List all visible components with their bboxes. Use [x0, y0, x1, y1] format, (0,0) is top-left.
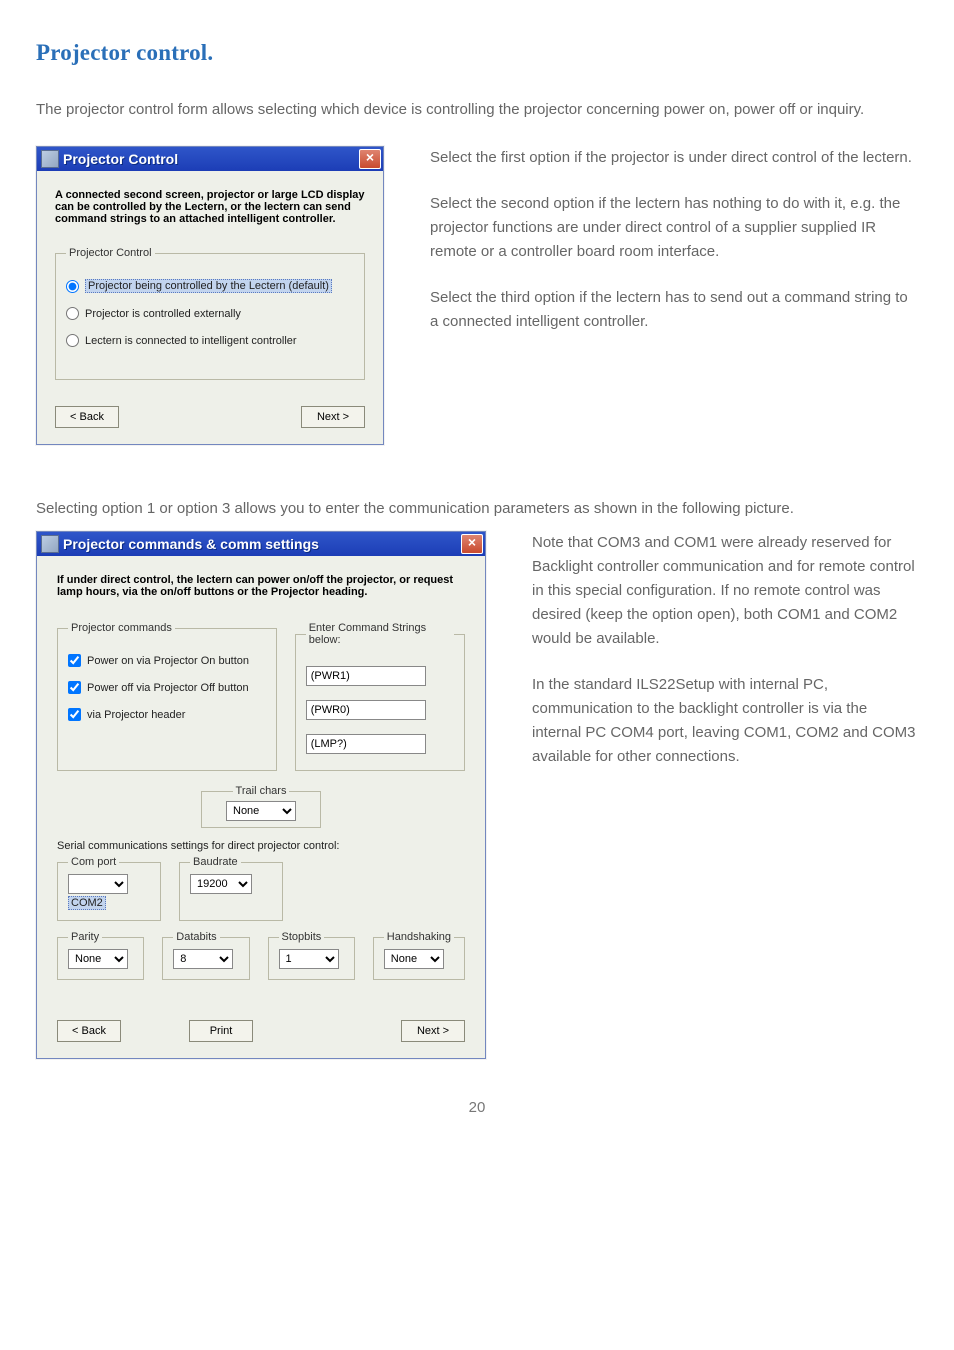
titlebar: Projector Control × [37, 147, 383, 171]
print-button[interactable]: Print [189, 1020, 253, 1042]
command-strings-group: Enter Command Strings below: [295, 622, 465, 771]
explain-opt2: Select the second option if the lectern … [430, 192, 918, 264]
check-header[interactable] [68, 708, 81, 721]
cmd-string-on[interactable] [306, 666, 426, 686]
back-button[interactable]: < Back [57, 1020, 121, 1042]
next-button[interactable]: Next > [301, 406, 365, 428]
radio-external[interactable] [66, 307, 79, 320]
explain-opt1: Select the first option if the projector… [430, 146, 918, 170]
app-icon [41, 535, 59, 553]
projector-commands-group: Projector commands Power on via Projecto… [57, 622, 277, 771]
baudrate-select[interactable]: 19200 [190, 874, 252, 894]
stopbits-select[interactable]: 1 [279, 949, 339, 969]
projector-control-window: Projector Control × A connected second s… [36, 146, 384, 445]
cmd-string-off[interactable] [306, 700, 426, 720]
parity-group: Parity None [57, 931, 144, 980]
parity-select[interactable]: None [68, 949, 128, 969]
close-icon[interactable]: × [359, 149, 381, 169]
trail-chars-legend: Trail chars [233, 785, 290, 797]
serial-heading: Serial communications settings for direc… [57, 840, 465, 852]
databits-select[interactable]: 8 [173, 949, 233, 969]
trail-chars-select[interactable]: None [226, 801, 296, 821]
com-port-select[interactable] [68, 874, 128, 894]
trail-chars-group: Trail chars None [201, 785, 321, 828]
after-text: Selecting option 1 or option 3 allows yo… [36, 497, 918, 521]
check-power-on[interactable] [68, 654, 81, 667]
databits-legend: Databits [173, 931, 219, 943]
app-icon [41, 150, 59, 168]
projector-commands-window: Projector commands & comm settings × If … [36, 531, 486, 1059]
titlebar: Projector commands & comm settings × [37, 532, 485, 556]
baudrate-legend: Baudrate [190, 856, 241, 868]
window-title: Projector commands & comm settings [63, 536, 461, 552]
intro-text: The projector control form allows select… [36, 98, 918, 122]
projector-commands-legend: Projector commands [68, 622, 175, 634]
radio-intelligent-controller[interactable] [66, 334, 79, 347]
handshaking-group: Handshaking None [373, 931, 465, 980]
page-title: Projector control. [36, 40, 918, 66]
back-button[interactable]: < Back [55, 406, 119, 428]
command-strings-legend: Enter Command Strings below: [306, 622, 454, 646]
radio-intelligent-controller-label: Lectern is connected to intelligent cont… [85, 335, 297, 347]
group-legend: Projector Control [66, 247, 155, 259]
handshaking-legend: Handshaking [384, 931, 454, 943]
cmd-string-lamp[interactable] [306, 734, 426, 754]
page-number: 20 [36, 1099, 918, 1116]
handshaking-select[interactable]: None [384, 949, 444, 969]
baudrate-group: Baudrate 19200 [179, 856, 283, 921]
com-port-legend: Com port [68, 856, 119, 868]
next-button[interactable]: Next > [401, 1020, 465, 1042]
stopbits-group: Stopbits 1 [268, 931, 355, 980]
check-power-off-label: Power off via Projector Off button [87, 682, 249, 694]
radio-external-label: Projector is controlled externally [85, 308, 241, 320]
explain-opt3: Select the third option if the lectern h… [430, 286, 918, 334]
blurb: If under direct control, the lectern can… [57, 574, 453, 598]
check-power-on-label: Power on via Projector On button [87, 655, 249, 667]
radio-lectern-default[interactable] [66, 280, 79, 293]
com-port-item[interactable]: COM2 [68, 896, 106, 910]
blurb: A connected second screen, projector or … [55, 189, 365, 225]
stopbits-legend: Stopbits [279, 931, 325, 943]
close-icon[interactable]: × [461, 534, 483, 554]
check-power-off[interactable] [68, 681, 81, 694]
parity-legend: Parity [68, 931, 102, 943]
check-header-label: via Projector header [87, 709, 185, 721]
com-port-group: Com port COM2 [57, 856, 161, 921]
radio-lectern-default-label: Projector being controlled by the Lecter… [85, 279, 332, 293]
projector-control-group: Projector Control Projector being contro… [55, 247, 365, 380]
databits-group: Databits 8 [162, 931, 249, 980]
window-title: Projector Control [63, 151, 359, 167]
note-com-reserved: Note that COM3 and COM1 were already res… [532, 531, 918, 651]
note-ils22: In the standard ILS22Setup with internal… [532, 673, 918, 769]
